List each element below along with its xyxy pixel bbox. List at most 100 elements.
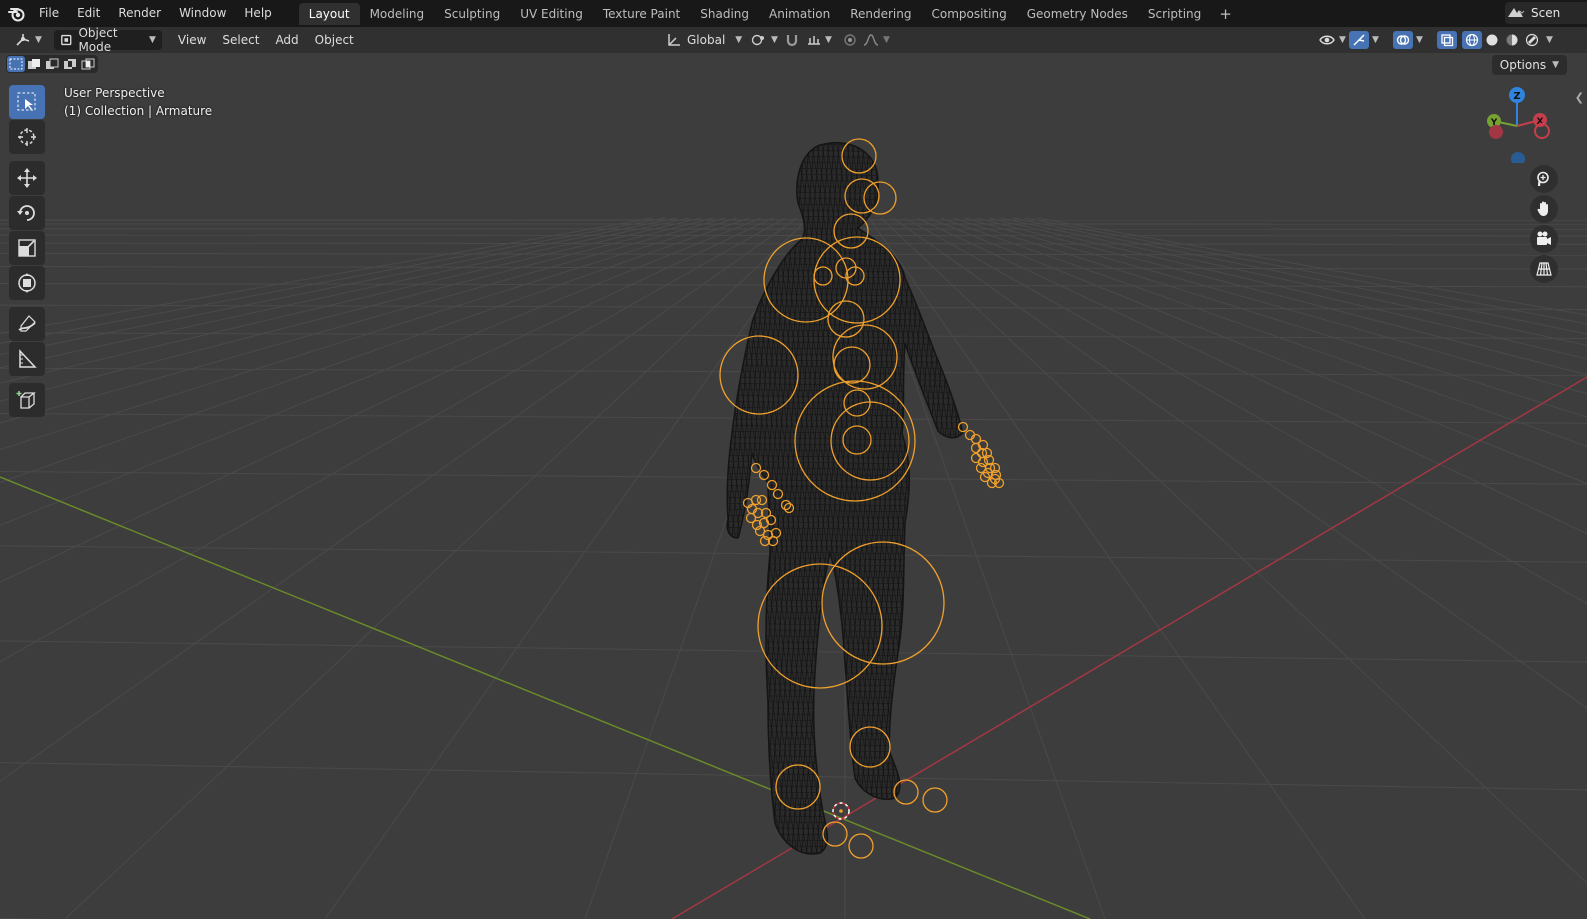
grid-line [0, 242, 1587, 245]
add-cube-tool-icon[interactable] [9, 383, 45, 417]
grid-line [0, 217, 738, 450]
grid-line [928, 217, 1587, 485]
active-object-label: (1) Collection | Armature [64, 104, 213, 118]
rotate-tool-icon[interactable] [9, 196, 45, 230]
grid-line [0, 217, 678, 356]
y-axis-line [0, 476, 1091, 919]
menu-view[interactable]: View [170, 27, 214, 53]
grid-line [64, 217, 810, 919]
xray-toggle[interactable] [1434, 30, 1460, 50]
proportional-falloff-dropdown[interactable]: ▼ [856, 30, 896, 50]
menu-help[interactable]: Help [235, 0, 280, 27]
tab-compositing[interactable]: Compositing [921, 3, 1016, 25]
mode-label: Object Mode [78, 26, 118, 54]
gizmo-toggle[interactable]: ▼ [1346, 30, 1382, 50]
blender-logo-icon[interactable] [4, 0, 30, 27]
select-intersect-icon[interactable] [79, 56, 97, 72]
material-shading-icon[interactable] [1502, 31, 1522, 49]
snap-increment-icon [808, 36, 820, 45]
perspective-toggle-icon[interactable] [1530, 255, 1558, 283]
scale-tool-icon[interactable] [9, 231, 45, 265]
grid-line [964, 217, 1587, 395]
orientation-icon [668, 34, 680, 46]
gizmo-z-label: Z [1513, 91, 1520, 102]
editor-type-button[interactable]: ▼ [8, 30, 48, 50]
gizmo-icon [1349, 31, 1369, 49]
gizmo-neg-z-axis[interactable] [1511, 152, 1525, 163]
viewport-scene[interactable] [0, 53, 1587, 919]
add-workspace-button[interactable]: + [1211, 5, 1240, 23]
viewport-info: User Perspective (1) Collection | Armatu… [64, 84, 212, 120]
mode-dropdown[interactable]: Object Mode ▼ [53, 26, 162, 54]
annotate-tool-icon[interactable] [9, 307, 45, 341]
move-tool-icon[interactable] [9, 161, 45, 195]
grid-line [0, 217, 786, 663]
tab-texture-paint[interactable]: Texture Paint [593, 3, 690, 25]
grid-line [0, 217, 750, 484]
grid-line [952, 217, 1587, 418]
tab-scripting[interactable]: Scripting [1138, 3, 1211, 25]
options-dropdown[interactable]: Options ▼ [1491, 55, 1567, 75]
navigation-gizmo[interactable]: Z X Y [1480, 83, 1560, 163]
shading-modes: ▼ [1462, 30, 1553, 50]
tab-animation[interactable]: Animation [759, 3, 840, 25]
grid-line [0, 217, 666, 344]
tab-modeling[interactable]: Modeling [360, 3, 435, 25]
menu-window[interactable]: Window [170, 0, 235, 27]
zoom-icon[interactable] [1530, 165, 1558, 193]
select-difference-icon[interactable] [61, 56, 79, 72]
select-subtract-icon[interactable] [43, 56, 61, 72]
grid-line [0, 217, 654, 334]
camera-view-icon[interactable] [1530, 225, 1558, 253]
transform-tool-icon[interactable] [9, 266, 45, 300]
chevron-down-icon: ▼ [735, 35, 743, 45]
overlays-toggle[interactable]: ▼ [1390, 30, 1426, 50]
wireframe-shading-icon[interactable] [1462, 31, 1482, 49]
orientation-label: Global [687, 33, 726, 47]
grid-line [0, 234, 1587, 237]
menu-object[interactable]: Object [307, 27, 362, 53]
eye-icon [1319, 35, 1335, 45]
tab-rendering[interactable]: Rendering [840, 3, 921, 25]
tab-sculpting[interactable]: Sculpting [434, 3, 510, 25]
grid-line [1024, 217, 1587, 325]
measure-tool-icon[interactable] [9, 342, 45, 376]
bone-circle [922, 787, 948, 813]
chevron-down-icon[interactable]: ▼ [1546, 35, 1553, 45]
cursor-tool-icon[interactable] [9, 120, 45, 154]
workspace-tabs: Layout Modeling Sculpting UV Editing Tex… [298, 0, 1240, 27]
grid-line [0, 228, 1587, 230]
menu-edit[interactable]: Edit [68, 0, 109, 27]
chevron-down-icon: ▼ [1372, 35, 1379, 45]
pan-hand-icon[interactable] [1530, 195, 1558, 223]
chevron-down-icon: ▼ [35, 35, 42, 45]
grid-line [324, 217, 822, 919]
grid-line [1036, 217, 1587, 316]
3d-viewport[interactable]: User Perspective (1) Collection | Armatu… [0, 53, 1587, 919]
gizmo-neg-x-dot[interactable] [1489, 125, 1503, 139]
tab-geometry-nodes[interactable]: Geometry Nodes [1017, 3, 1138, 25]
grid-line [868, 217, 1366, 919]
chevron-down-icon: ▼ [1339, 35, 1346, 45]
select-extend-icon[interactable] [25, 56, 43, 72]
menu-select[interactable]: Select [214, 27, 267, 53]
snap-target-dropdown[interactable]: ▼ [800, 30, 838, 50]
sidebar-toggle-icon[interactable]: ❮ [1575, 91, 1584, 104]
solid-shading-icon[interactable] [1482, 31, 1502, 49]
editor-type-icon [16, 34, 30, 46]
tab-uv-editing[interactable]: UV Editing [510, 3, 593, 25]
rendered-shading-icon[interactable] [1522, 31, 1542, 49]
tab-layout[interactable]: Layout [298, 2, 360, 25]
orientation-dropdown[interactable]: Global ▼ [660, 30, 748, 50]
select-box-tool-icon[interactable] [9, 85, 45, 119]
menu-render[interactable]: Render [109, 0, 170, 27]
select-new-icon[interactable] [7, 56, 25, 72]
grid-line [0, 217, 690, 369]
tab-shading[interactable]: Shading [690, 3, 759, 25]
viewport-header: ▼ Object Mode ▼ View Select Add Object G… [0, 26, 1587, 54]
grid-line [1012, 217, 1587, 335]
scene-selector[interactable]: Scen [1505, 2, 1587, 24]
snap-magnet-icon [786, 35, 798, 47]
menu-file[interactable]: File [30, 0, 68, 27]
menu-add[interactable]: Add [267, 27, 306, 53]
